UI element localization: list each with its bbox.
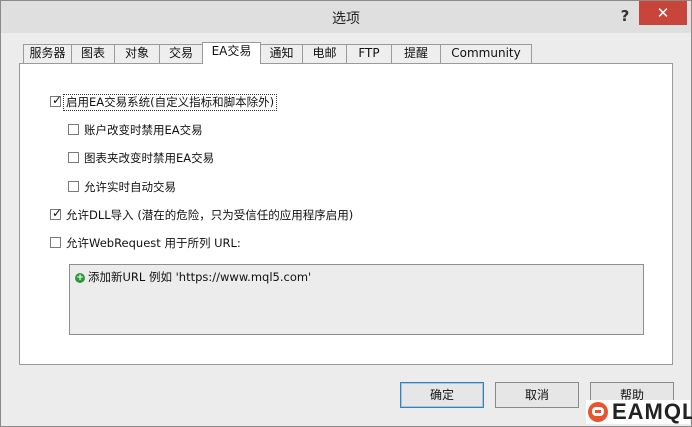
- tab-expert-advisors[interactable]: EA交易: [202, 42, 261, 64]
- dialog-title: 选项: [332, 11, 360, 27]
- tab-community[interactable]: Community: [440, 44, 532, 63]
- allow-live-trading-label: 允许实时自动交易: [84, 180, 176, 194]
- check-icon: ✓: [51, 206, 63, 220]
- allow-webrequest-label: 允许WebRequest 用于所列 URL:: [66, 236, 241, 250]
- disable-on-account-change-label: 账户改变时禁用EA交易: [84, 123, 203, 137]
- add-url-item[interactable]: + 添加新URL 例如 'https://www.mql5.com': [75, 269, 311, 285]
- disable-on-account-change-checkbox[interactable]: [68, 124, 79, 135]
- tab-ftp[interactable]: FTP: [346, 44, 392, 63]
- enable-ea-checkbox[interactable]: ✓: [50, 93, 63, 107]
- plus-circle-icon: +: [75, 272, 85, 283]
- add-url-label: 添加新URL 例如 'https://www.mql5.com': [88, 270, 312, 284]
- allow-webrequest-checkbox[interactable]: [50, 237, 61, 248]
- url-list[interactable]: + 添加新URL 例如 'https://www.mql5.com': [69, 264, 644, 335]
- enable-ea-label: 启用EA交易系统(自定义指标和脚本除外): [62, 94, 278, 111]
- options-dialog: 选项 ? ✕ 服务器 图表 对象 交易 EA交易 通知 电邮 FTP 提醒 Co…: [0, 0, 692, 427]
- disable-on-profile-change-label: 图表夹改变时禁用EA交易: [84, 151, 215, 165]
- expert-advisors-panel: ✓ 启用EA交易系统(自定义指标和脚本除外) 账户改变时禁用EA交易 图表夹改变…: [19, 63, 673, 365]
- tab-objects[interactable]: 对象: [114, 44, 160, 63]
- allow-live-trading-checkbox[interactable]: [68, 181, 79, 192]
- eamql-logo: EAMQL: [586, 399, 692, 424]
- ok-button[interactable]: 确定: [400, 382, 484, 408]
- cancel-button[interactable]: 取消: [495, 382, 579, 408]
- logo-text: EAMQL: [612, 399, 692, 424]
- tab-trade[interactable]: 交易: [159, 44, 203, 63]
- tab-server[interactable]: 服务器: [23, 44, 72, 63]
- close-button[interactable]: ✕: [639, 1, 687, 25]
- tab-alerts[interactable]: 提醒: [391, 44, 441, 63]
- disable-on-profile-change-checkbox[interactable]: [68, 152, 79, 163]
- tab-notifications[interactable]: 通知: [260, 44, 303, 63]
- allow-dll-label: 允许DLL导入 (潜在的危险，只为受信任的应用程序启用): [66, 208, 354, 222]
- check-icon: ✓: [51, 93, 63, 107]
- title-bar: 选项 ? ✕: [1, 1, 691, 33]
- robot-icon: [588, 402, 608, 422]
- tab-charts[interactable]: 图表: [71, 44, 115, 63]
- help-icon[interactable]: ?: [615, 7, 635, 25]
- allow-dll-checkbox[interactable]: ✓: [50, 206, 63, 220]
- tab-email[interactable]: 电邮: [302, 44, 347, 63]
